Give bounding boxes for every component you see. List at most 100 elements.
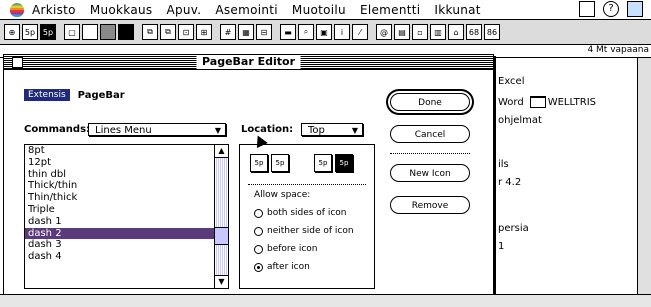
menu-muokkaus[interactable]: Muokkaus (90, 3, 153, 17)
finder-icon[interactable] (627, 1, 643, 17)
paste-icon[interactable]: ⧉ (160, 24, 176, 40)
list-item[interactable]: Triple (25, 204, 228, 216)
menu-apuv[interactable]: Apuv. (166, 3, 201, 17)
list-item[interactable]: dash 4 (25, 251, 228, 263)
chevron-down-icon: ▼ (351, 126, 358, 135)
5p-icon[interactable]: 5p (22, 24, 38, 40)
back-text-one: 1 (498, 241, 505, 252)
location-label: Location: (241, 124, 294, 135)
5p-icon[interactable]: 5p (40, 24, 56, 40)
commands-list[interactable]: 8pt 12pt thin dbl Thick/thin Thin/thick … (24, 144, 229, 289)
apple-menu-icon[interactable] (10, 2, 24, 17)
radio-circle-icon[interactable] (254, 244, 263, 254)
back-text-excel: Excel (498, 76, 525, 87)
pattern-icon[interactable]: # (220, 24, 236, 40)
radio-neither-side[interactable]: neither side of icon (254, 226, 354, 236)
68-icon[interactable]: 68 (466, 24, 482, 40)
list-item[interactable]: 8pt (25, 145, 228, 157)
radio-label: both sides of icon (267, 208, 347, 218)
empty-rect-icon[interactable] (82, 24, 98, 40)
spiral-icon[interactable]: @ (376, 24, 392, 40)
help-icon[interactable]: ? (603, 1, 619, 17)
square-icon[interactable]: ▫ (412, 24, 428, 40)
divider (248, 184, 366, 185)
radio-circle-icon[interactable] (254, 226, 263, 236)
commands-label: Commands: (24, 124, 91, 135)
list-item[interactable]: thin dbl (25, 169, 228, 181)
icon-style-option[interactable]: 5p (250, 154, 268, 172)
list-item[interactable]: Thin/thick (25, 192, 228, 204)
menu-asemointi[interactable]: Asemointi (215, 3, 278, 17)
86-icon[interactable]: 86 (484, 24, 500, 40)
radio-both-sides[interactable]: both sides of icon (254, 208, 347, 218)
radio-circle-icon[interactable] (254, 208, 263, 218)
scroll-up-arrow-icon[interactable]: ▲ (215, 145, 228, 158)
icon-style-group-2: 5p 5p (314, 154, 353, 172)
extensis-logo: Extensis (24, 89, 70, 101)
menu-bar: Arkisto Muokkaus Apuv. Asemointi Muotoil… (0, 0, 651, 20)
back-window-scrollbar[interactable] (637, 58, 651, 306)
scroll-thumb[interactable] (215, 227, 228, 245)
pen-icon[interactable]: ⁄ (352, 24, 368, 40)
icon-style-option-selected[interactable]: 5p (335, 154, 353, 172)
radio-label: after icon (267, 262, 310, 272)
remove-button[interactable]: Remove (390, 196, 470, 214)
frame2-icon[interactable]: ⊟ (256, 24, 272, 40)
search-icon[interactable]: ⌕ (298, 24, 314, 40)
grey-rect-icon[interactable] (100, 24, 116, 40)
menu-ikkunat[interactable]: Ikkunat (434, 3, 480, 17)
back-text-persia: persia (498, 223, 529, 234)
menu-arkisto[interactable]: Arkisto (32, 3, 76, 17)
list-item[interactable]: 12pt (25, 157, 228, 169)
copy-icon[interactable]: ⧉ (142, 24, 158, 40)
back-text-ils: ils (498, 159, 509, 170)
frame-icon[interactable]: ▢ (64, 24, 80, 40)
icon-options-panel: 5p 5p 5p 5p Allow space: both sides of i… (239, 144, 375, 289)
dialog-titlebar[interactable]: PageBar Editor (4, 55, 493, 70)
menu-elementti[interactable]: Elementti (360, 3, 420, 17)
list-item[interactable]: dash 1 (25, 216, 228, 228)
commands-select[interactable]: Lines Menu ▼ (88, 123, 226, 136)
pattern2-icon[interactable]: ▦ (238, 24, 254, 40)
radio-before-icon[interactable]: before icon (254, 244, 317, 254)
close-box-icon[interactable] (12, 57, 23, 68)
list-item[interactable]: dash 3 (25, 239, 228, 251)
extensis-logo-row: Extensis PageBar (24, 89, 125, 101)
menu-muotoilu[interactable]: Muotoilu (292, 3, 346, 17)
radio-after-icon[interactable]: after icon (254, 262, 310, 272)
back-text-ohjelmat: ohjelmat (498, 115, 542, 126)
list-item[interactable]: Thick/thin (25, 180, 228, 192)
image-icon[interactable]: ▤ (394, 24, 410, 40)
i-icon[interactable]: i (334, 24, 350, 40)
radio-selected-icon[interactable] (254, 262, 263, 272)
location-select-value: Top (308, 125, 325, 136)
icon-style-option[interactable]: 5p (314, 154, 332, 172)
button-divider (390, 153, 470, 154)
icon-style-option[interactable]: 5p (271, 154, 289, 172)
list-item-selected[interactable]: dash 2 (25, 227, 228, 240)
folder-icon (529, 96, 546, 108)
dialog-title: PageBar Editor (196, 55, 301, 69)
cancel-button[interactable]: Cancel (390, 125, 470, 143)
numbering-icon[interactable]: ▣ (316, 24, 332, 40)
scroll-down-arrow-icon[interactable]: ▼ (215, 275, 228, 288)
brush-icon[interactable]: ⌂ (448, 24, 464, 40)
list-scrollbar[interactable]: ▲ ▼ (214, 145, 228, 288)
bottom-scrollbar[interactable] (0, 294, 651, 307)
done-button[interactable]: Done (390, 93, 470, 111)
black-rect-icon[interactable] (118, 24, 134, 40)
back-text-word-label: Word (498, 97, 524, 108)
cursor-tool-icon[interactable]: ⊕ (4, 24, 20, 40)
free-space-label: 4 Mt vapaana (587, 45, 649, 55)
zoom-icon[interactable]: ⊡ (178, 24, 194, 40)
page-bar-toolbar: ⊕ 5p 5p ▢ ⧉ ⧉ ⊡ ⊞ # ▦ ⊟ ▬ ⌕ ▣ i ⁄ @ ▤ ▫ … (0, 20, 651, 45)
location-select[interactable]: Top ▼ (301, 123, 363, 136)
new-icon-button[interactable]: New Icon (390, 164, 470, 182)
icon-style-group-1: 5p 5p (250, 154, 289, 172)
window-icon[interactable] (579, 1, 595, 17)
grid-icon[interactable]: ⊞ (196, 24, 212, 40)
allow-space-label: Allow space: (254, 190, 311, 200)
bar-icon[interactable]: ▬ (280, 24, 296, 40)
image2-icon[interactable]: ▥ (430, 24, 446, 40)
radio-label: neither side of icon (267, 226, 354, 236)
